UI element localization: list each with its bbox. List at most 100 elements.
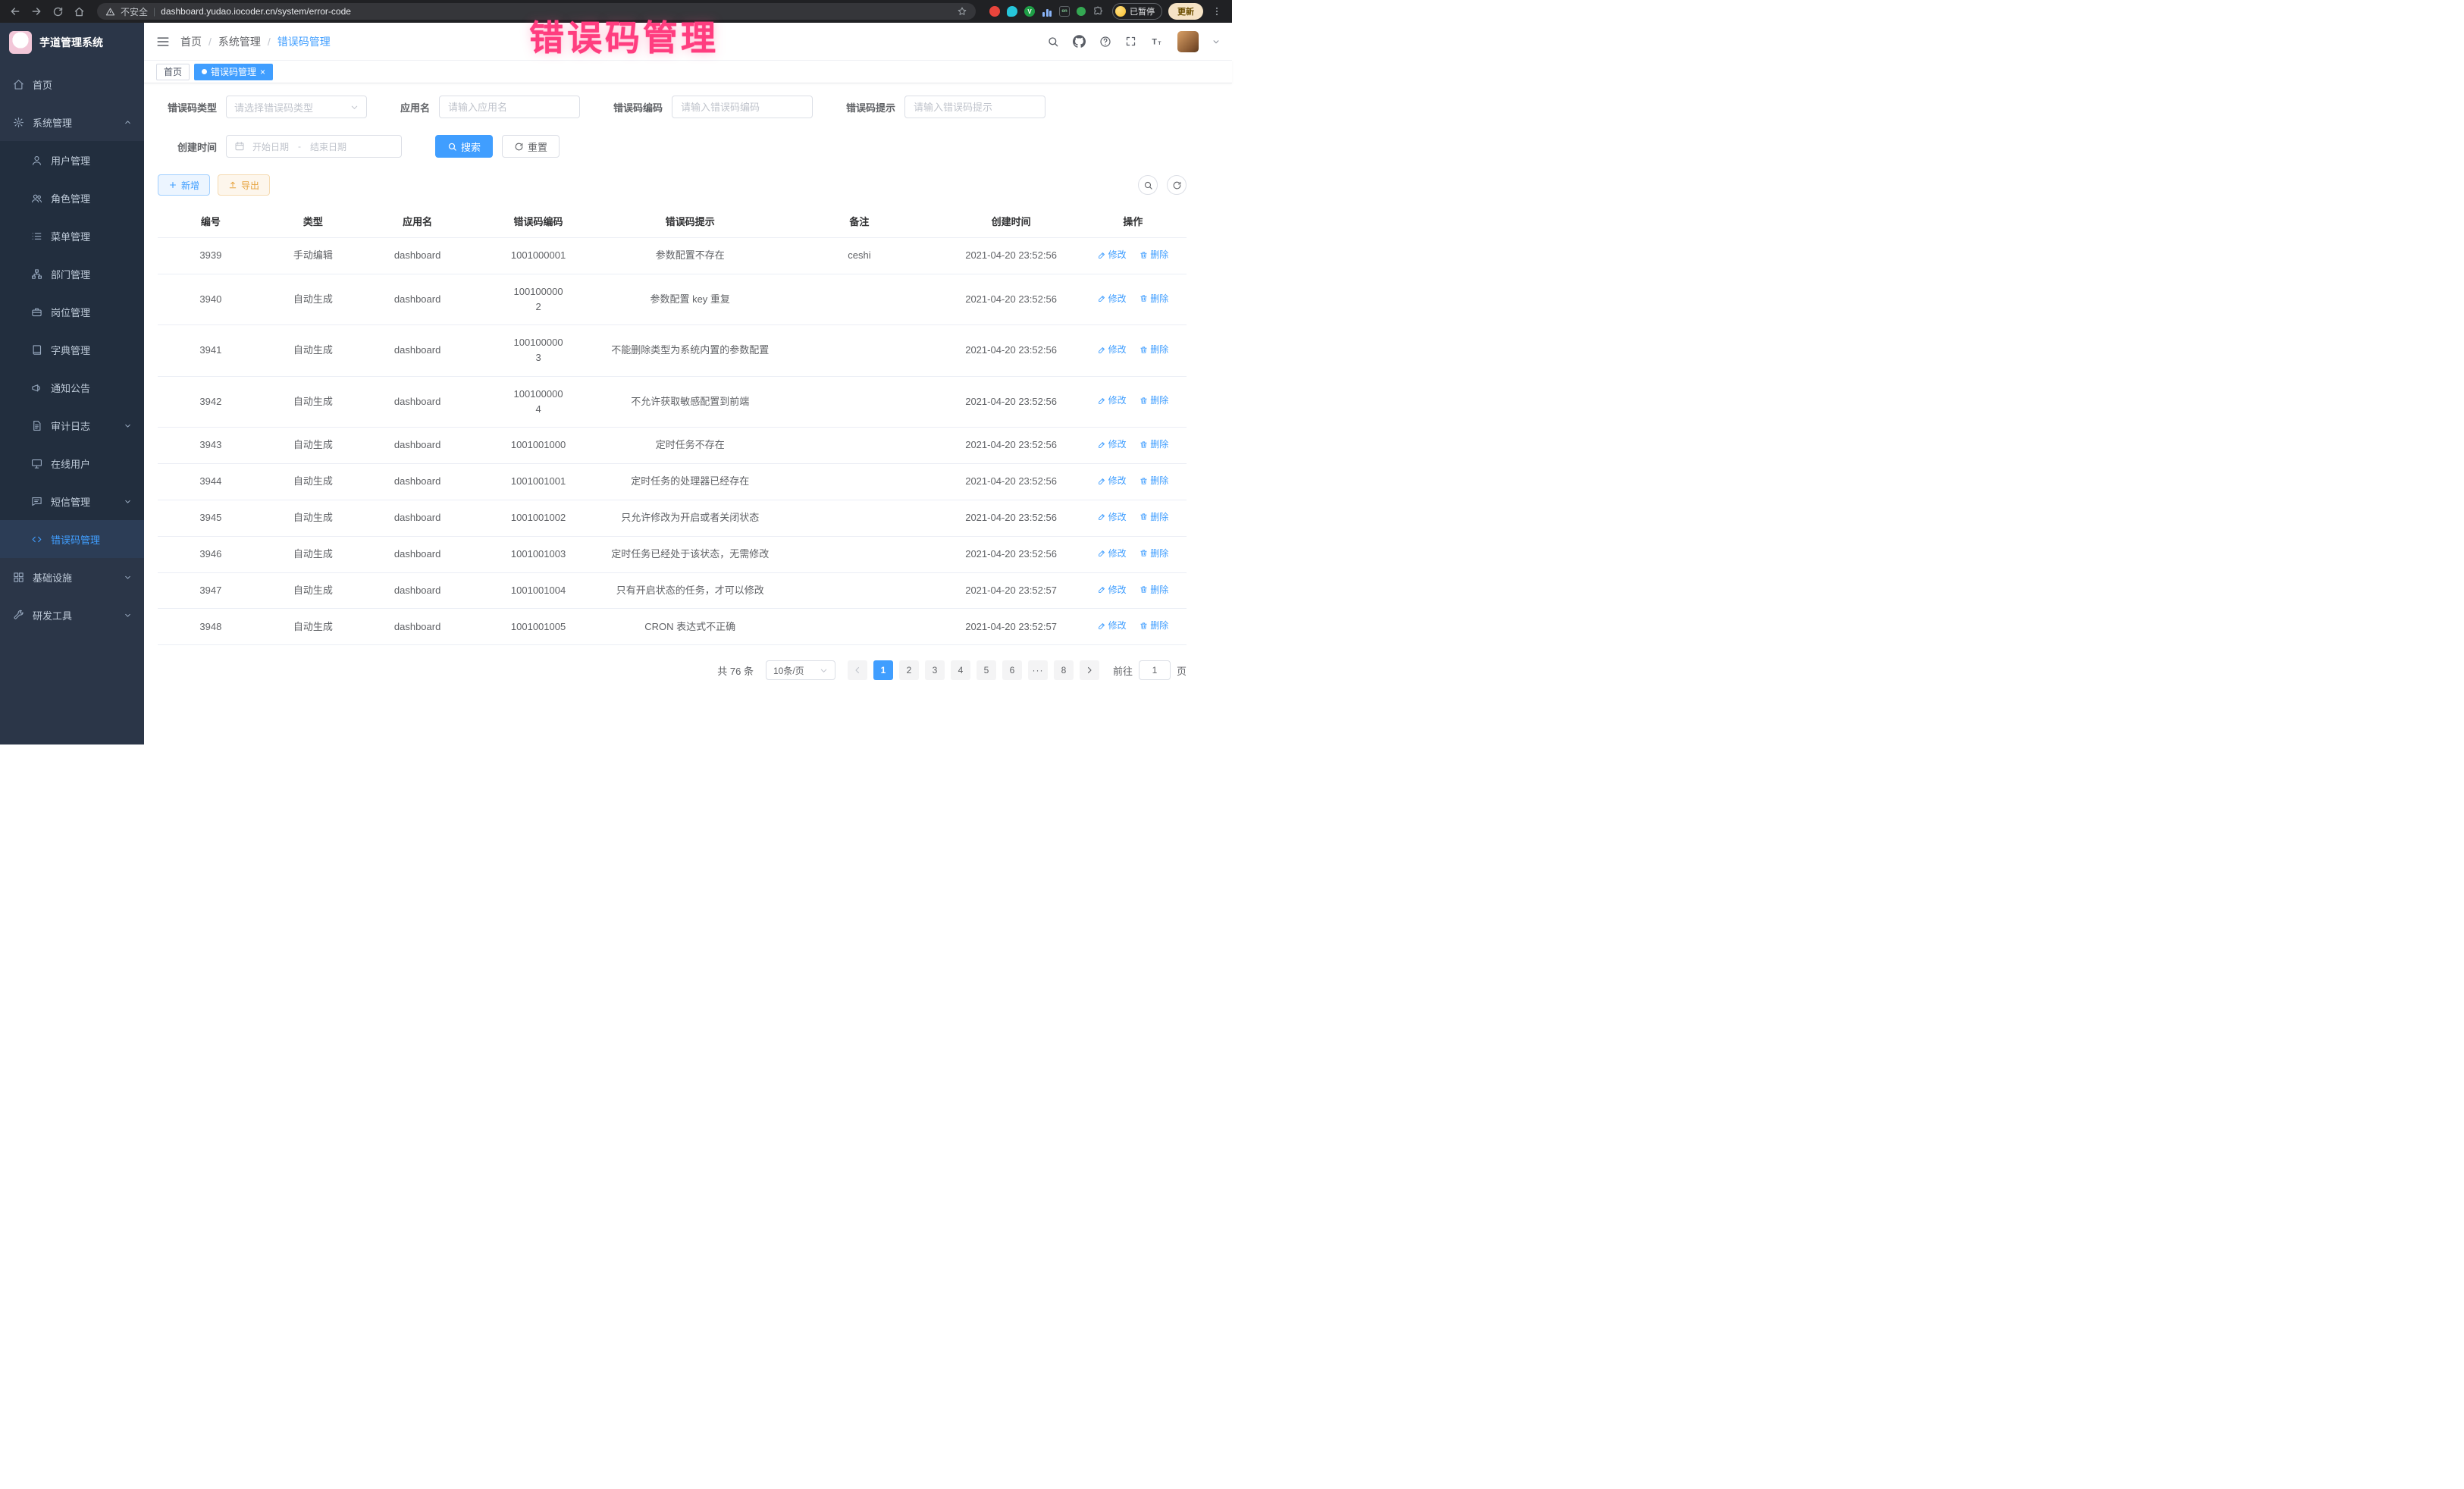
prev-page-button[interactable] (848, 660, 867, 680)
page-button[interactable]: 2 (899, 660, 919, 680)
toggle-search-icon[interactable] (1138, 175, 1158, 195)
forward-button[interactable] (29, 4, 44, 19)
sidebar-item-home[interactable]: 首页 (0, 65, 144, 103)
extension-icon[interactable] (1042, 6, 1052, 17)
edit-link[interactable]: 修改 (1098, 292, 1127, 306)
sidebar-item-dev-tools[interactable]: 研发工具 (0, 596, 144, 634)
edit-link[interactable]: 修改 (1098, 393, 1127, 408)
edit-link[interactable]: 修改 (1098, 343, 1127, 357)
filter-row: 创建时间 开始日期 - 结束日期 搜索 重置 (158, 135, 1187, 158)
extension-icon[interactable] (989, 6, 1000, 17)
edit-link[interactable]: 修改 (1098, 583, 1127, 597)
bookmark-star-icon[interactable] (957, 6, 967, 17)
close-icon[interactable]: × (260, 67, 265, 77)
select-placeholder: 请选择错误码类型 (234, 100, 313, 114)
cell-memo (776, 500, 943, 536)
cell-time: 2021-04-20 23:52:56 (942, 536, 1079, 572)
sidebar-item-dept[interactable]: 部门管理 (0, 255, 144, 293)
cell-code: 100100000 4 (472, 376, 604, 427)
browser-home-button[interactable] (71, 4, 86, 19)
github-icon[interactable] (1073, 35, 1086, 48)
sidebar-item-error-code[interactable]: 错误码管理 (0, 520, 144, 558)
error-code-input[interactable] (672, 96, 813, 118)
reload-button[interactable] (50, 4, 65, 19)
sidebar-item-audit-log[interactable]: 审计日志 (0, 406, 144, 444)
sidebar-item-online-user[interactable]: 在线用户 (0, 444, 144, 482)
sidebar-item-infra[interactable]: 基础设施 (0, 558, 144, 596)
extension-icon[interactable] (1007, 6, 1017, 17)
cell-msg: CRON 表达式不正确 (604, 609, 776, 645)
page-button[interactable]: 4 (951, 660, 970, 680)
edit-link[interactable]: 修改 (1098, 619, 1127, 633)
back-button[interactable] (8, 4, 23, 19)
sidebar-item-role[interactable]: 角色管理 (0, 179, 144, 217)
edit-link[interactable]: 修改 (1098, 474, 1127, 488)
add-button[interactable]: 新增 (158, 174, 210, 196)
app-name-input[interactable] (439, 96, 580, 118)
sidebar-item-dict[interactable]: 字典管理 (0, 331, 144, 368)
search-button[interactable]: 搜索 (435, 135, 493, 158)
view-tag[interactable]: 错误码管理× (194, 64, 273, 80)
delete-link[interactable]: 删除 (1140, 619, 1168, 633)
delete-link[interactable]: 删除 (1140, 343, 1168, 357)
extension-icon[interactable]: V (1024, 6, 1035, 17)
delete-link[interactable]: 删除 (1140, 510, 1168, 525)
refresh-icon[interactable] (1167, 175, 1187, 195)
reset-button[interactable]: 重置 (502, 135, 560, 158)
sidebar-item-system[interactable]: 系统管理 (0, 103, 144, 141)
delete-link[interactable]: 删除 (1140, 547, 1168, 561)
cell-msg: 只允许修改为开启或者关闭状态 (604, 500, 776, 536)
delete-link[interactable]: 删除 (1140, 583, 1168, 597)
sidebar-item-label: 菜单管理 (51, 229, 90, 243)
page-button[interactable]: 1 (873, 660, 893, 680)
user-icon (30, 155, 42, 166)
delete-link[interactable]: 删除 (1140, 393, 1168, 408)
sidebar-item-label: 研发工具 (33, 608, 72, 622)
browser-menu-icon[interactable] (1209, 4, 1224, 19)
page-button[interactable]: 5 (977, 660, 996, 680)
font-size-icon[interactable]: TT (1150, 36, 1164, 48)
sidebar-item-menu[interactable]: 菜单管理 (0, 217, 144, 255)
update-button[interactable]: 更新 (1168, 3, 1203, 20)
page-button[interactable]: 3 (925, 660, 945, 680)
breadcrumb-item[interactable]: 系统管理 (218, 34, 261, 49)
search-icon[interactable] (1047, 36, 1059, 48)
edit-link[interactable]: 修改 (1098, 437, 1127, 452)
export-button[interactable]: 导出 (218, 174, 270, 196)
extension-icon[interactable] (1077, 7, 1086, 16)
sidebar-item-sms[interactable]: 短信管理 (0, 482, 144, 520)
avatar[interactable] (1177, 31, 1199, 52)
delete-link[interactable]: 删除 (1140, 474, 1168, 488)
profile-chip[interactable]: 已暂停 (1112, 3, 1162, 20)
delete-link[interactable]: 删除 (1140, 248, 1168, 262)
help-icon[interactable] (1099, 36, 1111, 48)
hamburger-icon[interactable] (156, 35, 170, 49)
sidebar-item-post[interactable]: 岗位管理 (0, 293, 144, 331)
reset-button-label: 重置 (528, 139, 547, 154)
page-button[interactable]: 6 (1002, 660, 1022, 680)
date-range-picker[interactable]: 开始日期 - 结束日期 (226, 135, 402, 158)
delete-link[interactable]: 删除 (1140, 437, 1168, 452)
page-button[interactable]: 8 (1054, 660, 1074, 680)
edit-link[interactable]: 修改 (1098, 248, 1127, 262)
cell-id: 3942 (158, 376, 264, 427)
error-type-select[interactable]: 请选择错误码类型 (226, 96, 367, 118)
breadcrumb-item[interactable]: 首页 (180, 34, 202, 49)
edit-link[interactable]: 修改 (1098, 547, 1127, 561)
caret-down-icon[interactable] (1212, 38, 1220, 45)
error-msg-input[interactable] (904, 96, 1045, 118)
sidebar-item-user[interactable]: 用户管理 (0, 141, 144, 179)
sidebar-item-notice[interactable]: 通知公告 (0, 368, 144, 406)
delete-link[interactable]: 删除 (1140, 292, 1168, 306)
view-tag[interactable]: 首页 (156, 64, 190, 80)
fullscreen-icon[interactable] (1125, 36, 1136, 47)
next-page-button[interactable] (1080, 660, 1099, 680)
extensions-puzzle-icon[interactable] (1092, 6, 1103, 17)
goto-page-input[interactable] (1139, 660, 1171, 680)
page-ellipsis[interactable]: ··· (1028, 660, 1048, 680)
page-size-select[interactable]: 10条/页 (766, 660, 835, 680)
edit-link[interactable]: 修改 (1098, 510, 1127, 525)
extension-icon[interactable]: on (1059, 6, 1070, 17)
address-bar[interactable]: 不安全 | dashboard.yudao.iocoder.cn/system/… (97, 3, 976, 20)
cell-time: 2021-04-20 23:52:56 (942, 500, 1079, 536)
